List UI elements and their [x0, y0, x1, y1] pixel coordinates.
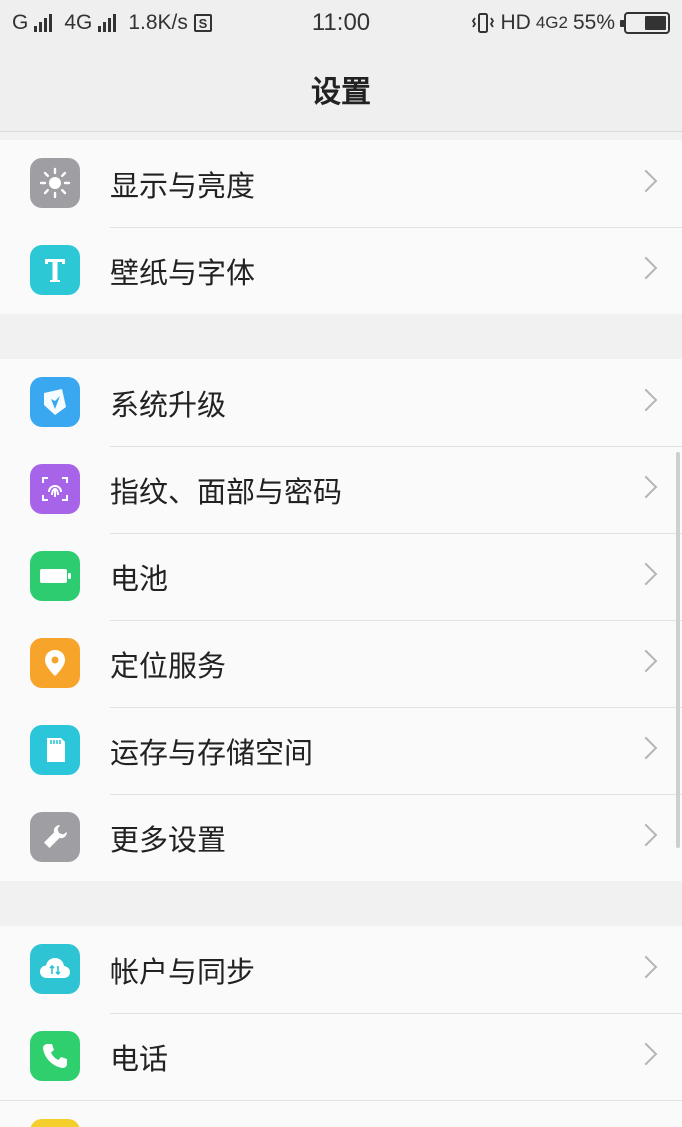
settings-item-accounts[interactable]: 帐户与同步: [0, 926, 682, 1013]
settings-group-display: 显示与亮度 壁纸与字体: [0, 140, 682, 314]
system-update-icon: [30, 377, 80, 427]
settings-item-label: 显示与亮度: [110, 168, 256, 203]
settings-item-label: 壁纸与字体: [110, 255, 256, 290]
settings-item-phone[interactable]: 电话: [0, 1013, 682, 1100]
settings-group-accounts: 帐户与同步 电话: [0, 926, 682, 1127]
settings-item-label: 运存与存储空间: [110, 735, 314, 770]
scrollbar[interactable]: [676, 452, 680, 848]
settings-item-label: 帐户与同步: [110, 954, 256, 989]
phone-icon: [30, 1031, 80, 1081]
settings-item-display[interactable]: 显示与亮度: [0, 140, 682, 227]
carrier-2: 4G: [64, 11, 93, 34]
chevron-right-icon: [634, 736, 658, 760]
settings-item-label: 指纹、面部与密码: [110, 474, 343, 509]
app-icon: [30, 1119, 80, 1127]
settings-item-more[interactable]: 更多设置: [0, 794, 682, 881]
fingerprint-icon: [30, 464, 80, 514]
settings-item-label: 定位服务: [110, 648, 227, 683]
battery-percent: 55%: [572, 11, 615, 34]
settings-item-label: 系统升级: [110, 387, 227, 422]
page-title: 设置: [311, 74, 371, 110]
signal-icon: [34, 14, 53, 32]
text-icon: [30, 245, 80, 295]
status-left: G 4G 1.8K/s S: [12, 11, 272, 35]
settings-list: 显示与亮度 壁纸与字体 系统升级 指纹、面部与密码 电池 定位服务 运存与存储空…: [0, 140, 682, 1127]
settings-item-battery[interactable]: 电池: [0, 533, 682, 620]
settings-item-fingerprint[interactable]: 指纹、面部与密码: [0, 446, 682, 533]
carrier-1: G: [12, 11, 29, 34]
settings-item-label: 电池: [110, 561, 169, 596]
settings-group-system: 系统升级 指纹、面部与密码 电池 定位服务 运存与存储空间 更多设置: [0, 359, 682, 881]
vibrate-icon: [472, 13, 495, 33]
network-type: 4G2: [535, 13, 568, 32]
wrench-icon: [30, 812, 80, 862]
chevron-right-icon: [634, 562, 658, 586]
s-badge-icon: S: [193, 14, 212, 32]
settings-item-wallpaper[interactable]: 壁纸与字体: [0, 227, 682, 314]
chevron-right-icon: [634, 388, 658, 412]
status-bar: G 4G 1.8K/s S 11:00 HD 4G2 55%: [0, 0, 682, 46]
chevron-right-icon: [634, 475, 658, 499]
status-right: HD 4G2 55%: [410, 11, 670, 35]
group-separator: [0, 881, 682, 926]
settings-item-location[interactable]: 定位服务: [0, 620, 682, 707]
chevron-right-icon: [634, 256, 658, 280]
storage-icon: [30, 725, 80, 775]
brightness-icon: [30, 158, 80, 208]
battery-status-icon: [620, 12, 670, 34]
signal-icon-2: [98, 14, 117, 32]
title-bar: 设置: [0, 46, 682, 132]
chevron-right-icon: [634, 955, 658, 979]
settings-item-partial[interactable]: [0, 1100, 682, 1127]
settings-item-label: 更多设置: [110, 822, 227, 857]
location-icon: [30, 638, 80, 688]
cloud-sync-icon: [30, 944, 80, 994]
hd-label: HD: [500, 11, 531, 34]
chevron-right-icon: [634, 169, 658, 193]
settings-item-label: 电话: [110, 1041, 169, 1076]
network-speed: 1.8K/s: [128, 11, 188, 34]
clock: 11:00: [311, 9, 371, 36]
settings-item-storage[interactable]: 运存与存储空间: [0, 707, 682, 794]
chevron-right-icon: [634, 1042, 658, 1066]
settings-item-system-update[interactable]: 系统升级: [0, 359, 682, 446]
battery-icon: [30, 551, 80, 601]
group-separator: [0, 314, 682, 359]
chevron-right-icon: [634, 823, 658, 847]
chevron-right-icon: [634, 649, 658, 673]
